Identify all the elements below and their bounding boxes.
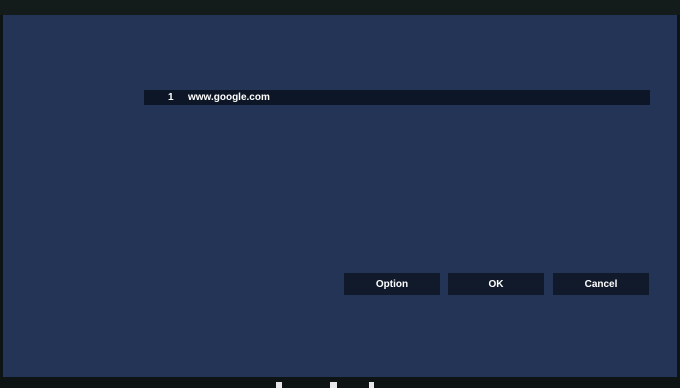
url-list: 1 www.google.com (144, 90, 650, 105)
screen: 1 www.google.com Option OK Cancel (0, 0, 680, 388)
option-button[interactable]: Option (344, 273, 440, 295)
list-item[interactable]: 1 www.google.com (144, 90, 650, 105)
bottom-bar (0, 377, 680, 388)
list-item-url: www.google.com (188, 92, 270, 103)
cropped-text-fragment (0, 377, 680, 388)
top-bar (0, 0, 680, 15)
list-item-index: 1 (168, 92, 174, 103)
ok-button[interactable]: OK (448, 273, 544, 295)
cancel-button[interactable]: Cancel (553, 273, 649, 295)
url-list-dialog: 1 www.google.com Option OK Cancel (3, 15, 677, 377)
